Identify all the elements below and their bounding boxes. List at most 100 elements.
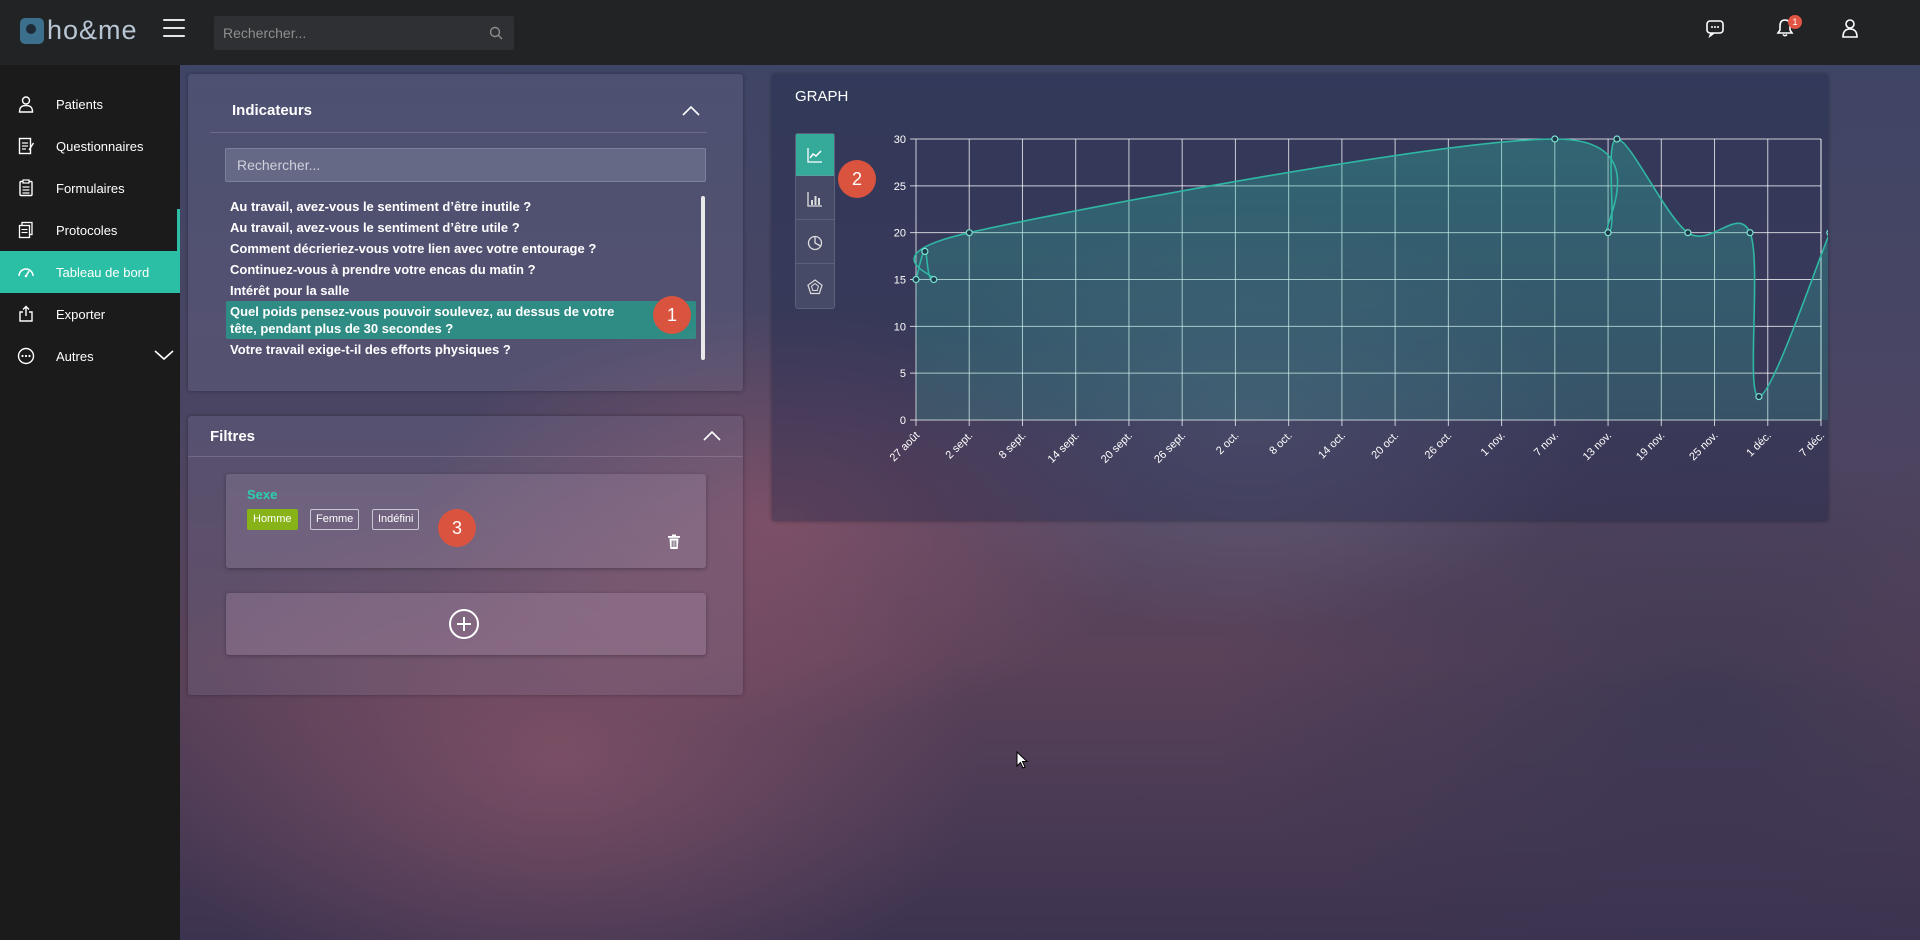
sidebar-item-protocoles[interactable]: Protocoles [0, 209, 180, 251]
line-chart[interactable]: 27 août 2 sept. 8 sept. 14 sept. 20 sept. 26 … [772, 74, 1828, 521]
x-tick-label: 1 déc. [1744, 430, 1774, 460]
filter-title: Sexe [247, 487, 278, 502]
list-item[interactable]: Intérêt pour la salle [226, 280, 696, 301]
user-profile-icon[interactable] [1840, 18, 1860, 38]
sidebar-item-formulaires[interactable]: Formulaires [0, 167, 180, 209]
y-tick-label: 25 [894, 181, 906, 193]
sidebar-item-label: Protocoles [56, 222, 118, 238]
data-point [1551, 135, 1559, 143]
list-item[interactable]: Comment décrieriez-vous votre lien avec … [226, 238, 696, 259]
logo-text: ho&me [47, 15, 138, 45]
x-tick-label: 1 nov. [1479, 430, 1508, 459]
list-item[interactable]: Votre travail exige-t-il des efforts phy… [226, 339, 696, 360]
chevron-up-icon[interactable] [703, 430, 721, 442]
y-tick-label: 15 [894, 275, 906, 287]
data-point [1746, 229, 1754, 237]
sidebar-item-exporter[interactable]: Exporter [0, 293, 180, 335]
chip-femme[interactable]: Femme [310, 509, 360, 530]
document-icon [18, 137, 35, 155]
top-search-bar [214, 16, 514, 50]
chip-indefini[interactable]: Indéfini [372, 509, 420, 530]
y-tick-label: 10 [894, 321, 906, 333]
sidebar-item-label: Formulaires [56, 180, 125, 196]
chevron-down-icon[interactable] [154, 348, 174, 362]
plus-circle-icon [449, 609, 479, 639]
data-point [921, 247, 929, 255]
trash-icon[interactable] [667, 534, 681, 550]
top-bar: ho&me 1 [0, 0, 1920, 65]
chevron-up-icon[interactable] [682, 105, 700, 117]
scrollbar[interactable] [701, 196, 705, 360]
y-tick-label: 5 [900, 368, 906, 380]
sidebar-item-patients[interactable]: Patients [0, 83, 180, 125]
x-tick-label: 14 sept. [1046, 430, 1082, 466]
data-point [912, 275, 920, 284]
indicateurs-list: Au travail, avez-vous le sentiment d’êtr… [226, 196, 696, 360]
sidebar-item-label: Tableau de bord [56, 264, 150, 280]
y-tick-label: 30 [894, 134, 906, 146]
sidebar: Patients Questionnaires Formulaires Prot… [0, 65, 180, 940]
chat-icon[interactable] [1705, 18, 1725, 38]
chip-homme[interactable]: Homme [247, 509, 298, 530]
mouse-cursor-icon [1016, 751, 1028, 769]
menu-toggle-icon[interactable] [163, 19, 185, 37]
sidebar-item-label: Exporter [56, 306, 106, 322]
notification-badge: 1 [1788, 15, 1802, 29]
divider [188, 456, 743, 457]
y-tick-label: 20 [894, 228, 906, 240]
dashboard-icon [18, 268, 34, 278]
data-point [965, 229, 973, 237]
step-marker-3: 3 [438, 509, 476, 547]
indicateurs-title: Indicateurs [232, 102, 313, 119]
step-marker-1: 1 [653, 296, 691, 334]
data-point [930, 275, 938, 284]
data-point [1613, 135, 1621, 143]
export-icon [19, 305, 33, 322]
list-item[interactable]: Continuez-vous à prendre votre encas du … [226, 259, 696, 280]
sidebar-item-label: Patients [56, 96, 103, 112]
indicateurs-search [225, 148, 706, 182]
list-item-selected[interactable]: Quel poids pensez-vous pouvoir soulevez,… [226, 301, 696, 339]
x-tick-label: 7 nov. [1532, 430, 1561, 459]
x-tick-label: 2 oct. [1214, 430, 1242, 458]
filtres-title: Filtres [210, 428, 256, 445]
sidebar-item-tableau-de-bord[interactable]: Tableau de bord [0, 251, 180, 293]
x-tick-label: 7 déc. [1797, 430, 1827, 460]
sidebar-item-label: Questionnaires [56, 138, 144, 154]
x-tick-label: 2 sept. [944, 430, 976, 462]
data-point [1604, 229, 1612, 237]
user-icon [18, 96, 34, 113]
x-tick-label: 13 nov. [1581, 430, 1614, 463]
x-tick-label: 14 oct. [1316, 430, 1348, 462]
clipboard-icon [19, 179, 33, 197]
logo[interactable]: ho&me [20, 15, 138, 46]
x-tick-label: 27 août [888, 430, 922, 464]
x-tick-label: 26 sept. [1152, 430, 1188, 466]
x-tick-label: 20 oct. [1369, 430, 1401, 462]
x-tick-label: 20 sept. [1099, 430, 1135, 466]
divider [210, 132, 707, 133]
top-search-input[interactable] [214, 25, 474, 41]
sidebar-item-label: Autres [56, 348, 94, 364]
x-tick-label: 8 oct. [1267, 430, 1295, 458]
notifications-button[interactable]: 1 [1775, 15, 1802, 38]
data-point [1684, 229, 1692, 237]
list-item[interactable]: Au travail, avez-vous le sentiment d’êtr… [226, 196, 696, 217]
sidebar-item-autres[interactable]: Autres [0, 335, 180, 377]
series-area [914, 139, 1828, 420]
data-point [1755, 392, 1763, 401]
indicateurs-search-input[interactable] [226, 149, 705, 181]
files-icon [18, 221, 33, 239]
add-filter-button[interactable] [226, 593, 706, 655]
data-point [1826, 229, 1828, 236]
x-tick-label: 26 oct. [1423, 430, 1455, 462]
sidebar-item-questionnaires[interactable]: Questionnaires [0, 125, 180, 167]
search-icon[interactable] [488, 25, 504, 41]
x-tick-label: 19 nov. [1634, 430, 1667, 463]
x-tick-label: 25 nov. [1687, 430, 1720, 463]
logo-mark-icon [20, 17, 44, 44]
list-item[interactable]: Au travail, avez-vous le sentiment d’êtr… [226, 217, 696, 238]
y-tick-label: 0 [900, 415, 906, 427]
x-tick-label: 8 sept. [997, 430, 1029, 462]
more-icon [17, 347, 35, 365]
